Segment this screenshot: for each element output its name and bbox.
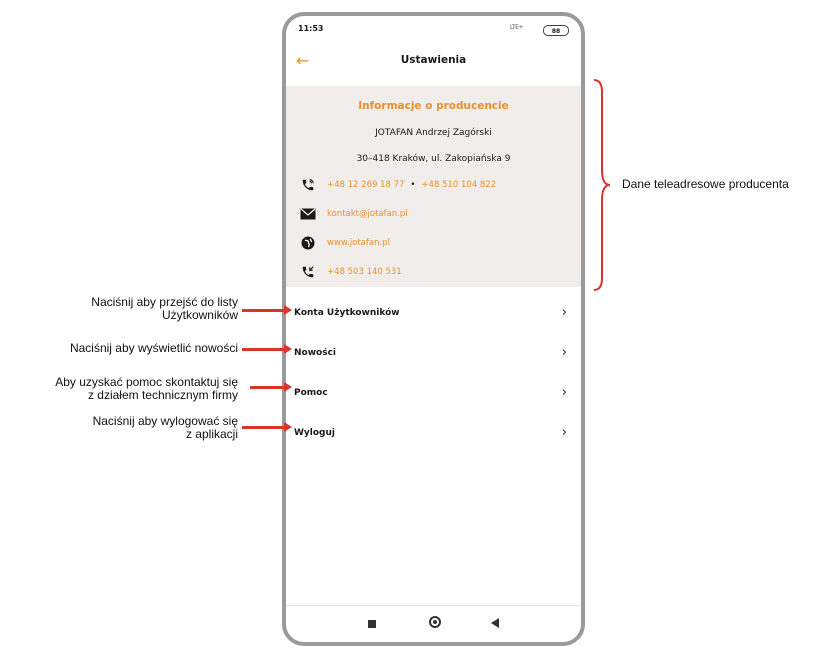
- menu-item-news[interactable]: Nowości ›: [286, 335, 581, 375]
- info-title: Informacje o producencie: [358, 100, 509, 112]
- arrow-logout: [242, 422, 292, 432]
- annotation-help: Aby uzyskać pomoc skontaktuj się z dział…: [55, 376, 238, 402]
- company-name: JOTAFAN Andrzej Zagórski: [375, 128, 492, 138]
- phone-number-1[interactable]: +48 12 269 18 77: [327, 180, 404, 190]
- mobile-row: +48 503 140 531: [299, 264, 402, 280]
- status-bar: 11:53 LTE+ 88: [286, 16, 581, 44]
- annotation-news: Naciśnij aby wyświetlić nowości: [70, 342, 238, 355]
- system-nav-bar: [286, 605, 581, 642]
- phone-separator: •: [410, 180, 416, 190]
- globe-icon: [299, 235, 317, 251]
- phone-call-icon: [299, 264, 317, 280]
- phone-row: +48 12 269 18 77 • +48 510 104 822: [299, 177, 496, 193]
- page-title: Ustawienia: [400, 54, 467, 66]
- chevron-right-icon: ›: [561, 305, 567, 320]
- website-row: www.jotafan.pl: [299, 235, 390, 251]
- phone-frame: 11:53 LTE+ 88 ← Ustawienia Informacje o …: [282, 12, 585, 646]
- chevron-right-icon: ›: [561, 425, 567, 440]
- envelope-icon: [299, 206, 317, 222]
- email-row: kontakt@jotafan.pl: [299, 206, 408, 222]
- annotation-help-line2: z działem technicznym firmy: [87, 388, 238, 402]
- menu-item-logout[interactable]: Wyloguj ›: [286, 415, 581, 455]
- menu-item-label: Nowości: [294, 348, 336, 358]
- arrow-help: [250, 382, 292, 392]
- contact-brace: [593, 79, 611, 291]
- menu-item-help[interactable]: Pomoc ›: [286, 375, 581, 415]
- chevron-right-icon: ›: [561, 345, 567, 360]
- menu-item-users[interactable]: Konta Użytkowników ›: [286, 295, 581, 335]
- phone-number-2[interactable]: +48 510 104 822: [421, 180, 496, 190]
- home-icon[interactable]: [429, 616, 441, 628]
- chevron-right-icon: ›: [561, 385, 567, 400]
- annotation-contact-data: Dane teleadresowe producenta: [622, 177, 789, 191]
- menu-item-label: Wyloguj: [294, 428, 335, 438]
- company-address: 30–418 Kraków, ul. Zakopiańska 9: [356, 154, 511, 164]
- arrow-news: [242, 344, 292, 354]
- email-link[interactable]: kontakt@jotafan.pl: [327, 209, 408, 219]
- annotation-news-line: Naciśnij aby wyświetlić nowości: [69, 341, 238, 355]
- signal-icon: LTE+: [510, 24, 524, 31]
- app-bar: ← Ustawienia: [286, 46, 581, 82]
- annotation-users-line2: Użytkowników: [161, 308, 238, 322]
- website-link[interactable]: www.jotafan.pl: [327, 238, 390, 248]
- annotation-logout: Naciśnij aby wylogować się z aplikacji: [93, 415, 238, 441]
- annotation-users: Naciśnij aby przejść do listy Użytkownik…: [91, 296, 238, 322]
- battery-icon: 88: [543, 25, 569, 36]
- annotation-logout-line2: z aplikacji: [185, 427, 238, 441]
- menu-item-label: Pomoc: [294, 388, 328, 398]
- recents-icon[interactable]: [368, 620, 376, 628]
- manufacturer-info-panel: Informacje o producencie JOTAFAN Andrzej…: [286, 86, 581, 287]
- arrow-users: [242, 305, 292, 315]
- back-triangle-icon[interactable]: [491, 618, 499, 628]
- menu-item-label: Konta Użytkowników: [294, 308, 400, 318]
- mobile-number[interactable]: +48 503 140 531: [327, 267, 402, 277]
- status-time: 11:53: [298, 24, 324, 33]
- phone-icon: [299, 177, 317, 193]
